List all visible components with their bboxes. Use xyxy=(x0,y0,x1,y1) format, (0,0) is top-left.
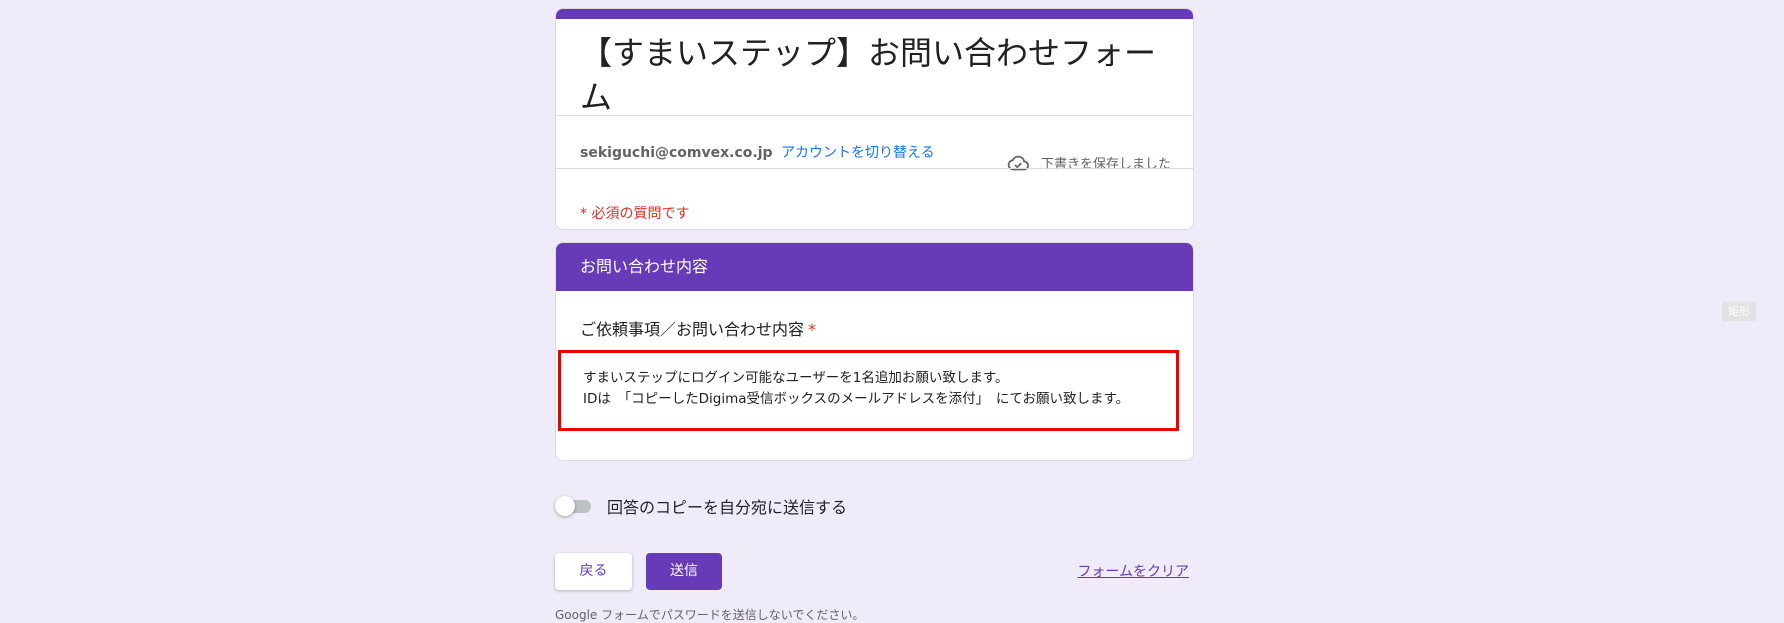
section-title: お問い合わせ内容 xyxy=(556,243,1193,291)
send-copy-toggle-row: 回答のコピーを自分宛に送信する xyxy=(555,494,847,518)
switch-account-link[interactable]: アカウントを切り替える xyxy=(781,145,935,161)
answer-line: IDは 「コピーしたDigima受信ボックスのメールアドレスを添付」 にてお願い… xyxy=(583,391,1130,407)
divider xyxy=(556,115,1193,116)
question-label: ご依頼事項／お問い合わせ内容 xyxy=(580,320,805,339)
draft-status: 下書きを保存しました xyxy=(1007,153,1171,172)
send-copy-toggle[interactable] xyxy=(555,495,593,517)
answer-line: すまいステップにログイン可能なユーザーを1名追加お願い致します。 xyxy=(583,370,1009,386)
answer-textarea[interactable]: すまいステップにログイン可能なユーザーを1名追加お願い致します。 IDは 「コピ… xyxy=(558,350,1179,431)
clear-form-link[interactable]: フォームをクリア xyxy=(1077,561,1189,581)
form-title: 【すまいステップ】お問い合わせフォーム xyxy=(580,34,1157,116)
toggle-thumb xyxy=(555,496,575,516)
side-badge: 矩形 xyxy=(1722,302,1756,321)
required-asterisk: * xyxy=(808,320,817,339)
draft-status-text: 下書きを保存しました xyxy=(1040,157,1171,172)
required-note: * 必須の質問です xyxy=(580,206,690,222)
account-row: sekiguchi@comvex.co.jp アカウントを切り替える xyxy=(580,142,935,162)
submit-button[interactable]: 送信 xyxy=(646,553,722,590)
section-card: お問い合わせ内容 ご依頼事項／お問い合わせ内容 * すまいステップにログイン可能な… xyxy=(555,242,1194,461)
header-accent-bar xyxy=(556,9,1193,19)
send-copy-label: 回答のコピーを自分宛に送信する xyxy=(607,498,848,517)
account-email: sekiguchi@comvex.co.jp xyxy=(580,145,773,161)
back-button[interactable]: 戻る xyxy=(555,553,632,590)
form-header-card: 【すまいステップ】お問い合わせフォーム sekiguchi@comvex.co.… xyxy=(555,8,1194,230)
question-title: ご依頼事項／お問い合わせ内容 * xyxy=(580,316,816,340)
password-warning: Google フォームでパスワードを送信しないでください。 xyxy=(555,608,865,622)
divider xyxy=(556,168,1193,169)
